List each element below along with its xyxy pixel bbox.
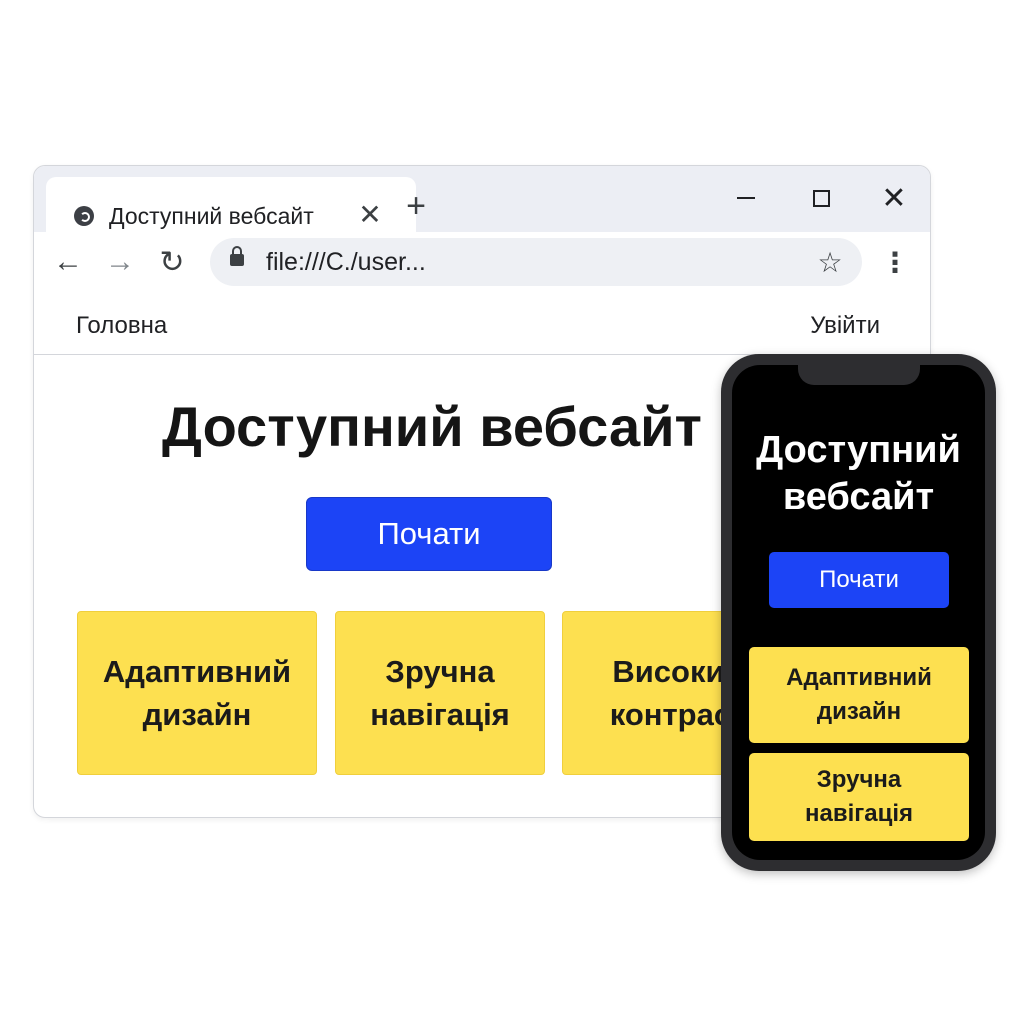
feature-card-navigation: Зручна навігація: [335, 611, 545, 775]
forward-arrow-icon[interactable]: →: [100, 242, 140, 282]
address-text[interactable]: file:///C./user...: [266, 248, 426, 277]
card-line: Зручна: [816, 766, 902, 794]
maximize-icon[interactable]: [799, 180, 843, 216]
reload-icon[interactable]: ↻: [152, 242, 192, 282]
card-line: дизайн: [816, 698, 902, 725]
feature-card-responsive: Адаптивний дизайн: [77, 611, 317, 775]
lock-icon[interactable]: [230, 246, 244, 266]
phone-page-title: Доступний вебсайт: [732, 427, 985, 521]
minimize-icon[interactable]: [724, 180, 768, 216]
nav-link-login[interactable]: Увійти: [810, 312, 880, 340]
back-arrow-icon[interactable]: ←: [48, 242, 88, 282]
phone-notch: [798, 365, 920, 385]
card-line: Зручна: [385, 653, 495, 689]
page-title: Доступний вебсайт: [162, 395, 702, 458]
start-button[interactable]: Почати: [306, 497, 552, 571]
phone-start-button[interactable]: Почати: [769, 552, 949, 608]
card-line: Адаптивний: [102, 653, 292, 689]
window-close-icon[interactable]: ✕: [872, 180, 916, 216]
phone-title-line: Доступний: [756, 429, 961, 471]
kebab-menu-icon[interactable]: ⋮: [877, 244, 913, 280]
card-line: Адаптивний: [786, 664, 932, 692]
new-tab-plus-icon[interactable]: +: [396, 186, 436, 226]
favicon-icon: [74, 206, 94, 226]
browser-toolbar: ← → ↻ file:///C./user... ☆ ⋮: [34, 232, 930, 293]
phone-title-line: вебсайт: [782, 476, 935, 519]
site-nav: Головна Увійти: [34, 292, 930, 355]
address-bar[interactable]: file:///C./user... ☆: [210, 238, 862, 286]
card-line: навігація: [804, 800, 914, 827]
title-bar: Доступний вебсайт ✕ + ✕: [34, 166, 930, 233]
browser-tab[interactable]: Доступний вебсайт ✕: [46, 177, 416, 233]
phone-screen: Доступний вебсайт Почати Адаптивний дизай…: [732, 365, 985, 860]
card-line: дизайн: [142, 697, 252, 732]
phone-mockup: Доступний вебсайт Почати Адаптивний дизай…: [721, 354, 996, 871]
phone-feature-card-responsive: Адаптивний дизайн: [749, 647, 969, 743]
tab-title: Доступний вебсайт: [109, 203, 314, 229]
tab-close-icon[interactable]: ✕: [353, 197, 387, 231]
nav-link-home[interactable]: Головна: [76, 312, 167, 340]
bookmark-star-icon[interactable]: ☆: [812, 244, 848, 280]
card-line: навігація: [370, 697, 510, 732]
phone-feature-card-navigation: Зручна навігація: [749, 753, 969, 841]
